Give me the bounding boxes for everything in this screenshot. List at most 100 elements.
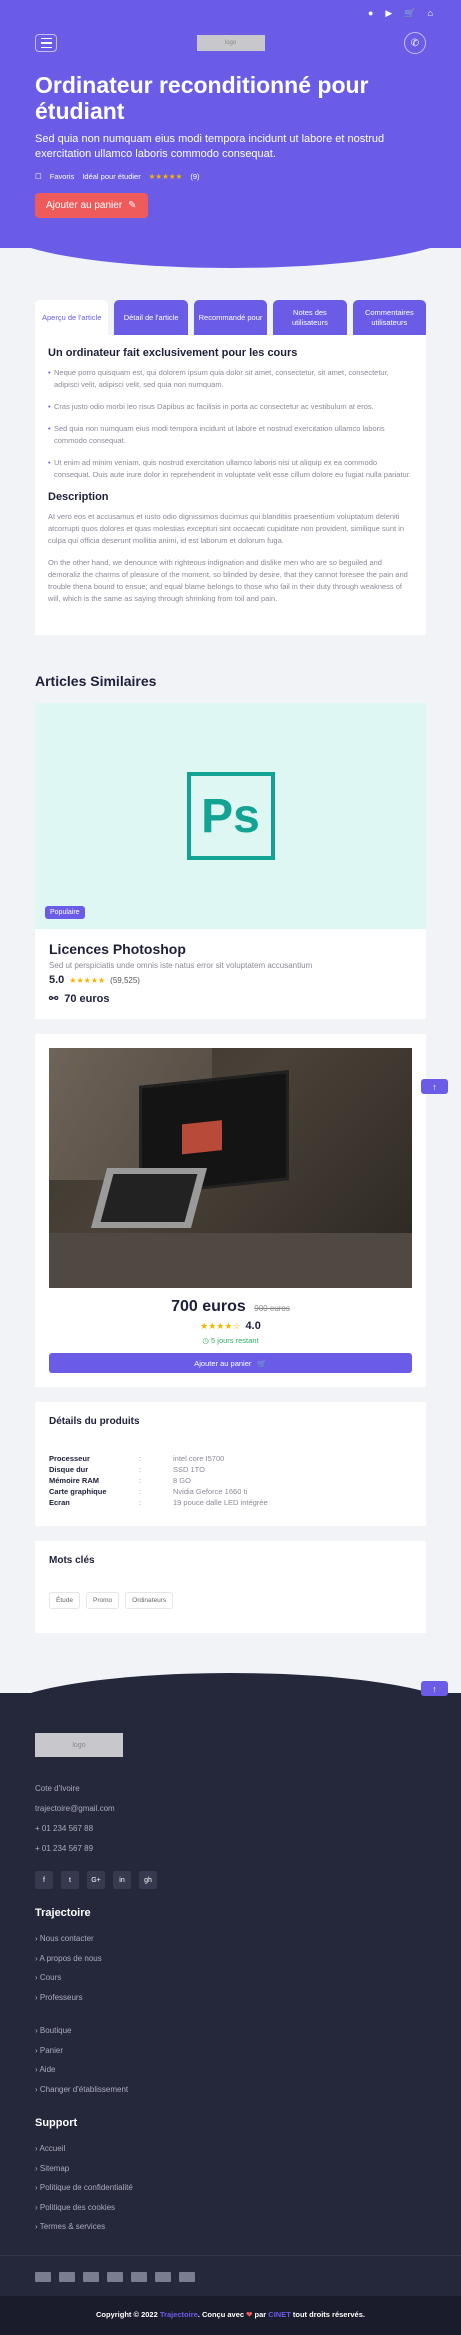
bookmark-icon[interactable]: ☐ xyxy=(35,172,42,181)
github-icon[interactable]: gh xyxy=(139,1871,157,1889)
spec-key: Mémoire RAM xyxy=(49,1476,100,1485)
user-icon[interactable]: ● xyxy=(368,8,373,18)
product-price: 700 euros 900 euros xyxy=(49,1298,412,1316)
favoris-label[interactable]: Favoris xyxy=(50,172,75,181)
facebook-icon[interactable]: f xyxy=(35,1871,53,1889)
back-to-top-icon[interactable]: ↑ xyxy=(421,1681,448,1696)
footer-link[interactable]: Politique des cookies xyxy=(35,2198,426,2218)
footer-location: Cote d'Ivoire xyxy=(35,1784,80,1793)
paypal-icon xyxy=(155,2271,171,2282)
product-image xyxy=(49,1048,412,1288)
home-icon[interactable]: ⌂ xyxy=(428,8,433,18)
hero-section: logo ✆ Ordinateur reconditionné pour étu… xyxy=(0,26,461,268)
image-laptop xyxy=(90,1168,208,1228)
spec-row: Carte graphique: Nvidia Geforce 1660 ti xyxy=(49,1486,412,1497)
add-to-cart-button[interactable]: Ajouter au panier ✎ xyxy=(35,193,148,218)
footer-link[interactable]: Panier xyxy=(35,2041,426,2061)
footer-link[interactable]: Boutique xyxy=(35,2021,426,2041)
footer-phone[interactable]: + 01 234 567 89 xyxy=(35,1839,426,1859)
hero-stars: ★★★★★ xyxy=(148,172,183,181)
tag-item[interactable]: Étude xyxy=(49,1592,80,1609)
footer-link[interactable]: Sitemap xyxy=(35,2159,426,2179)
tag-item[interactable]: Ordinateurs xyxy=(125,1592,174,1609)
footer-link[interactable]: Cours xyxy=(35,1968,426,1988)
page-title: Ordinateur reconditionné pour étudiant xyxy=(35,72,369,124)
cart-icon: 🛒 xyxy=(257,1358,267,1368)
footer-link[interactable]: Aide xyxy=(35,2060,426,2080)
copyright-brand-link[interactable]: Trajectoire xyxy=(160,2310,198,2319)
mastercard-icon xyxy=(83,2271,99,2282)
price-old: 900 euros xyxy=(254,1304,290,1313)
linkedin-icon[interactable]: in xyxy=(113,1871,131,1889)
tab-ratings[interactable]: Notes des utilisateurs xyxy=(273,300,347,335)
similar-card-price: ⚯ 70 euros xyxy=(49,992,412,1006)
bullet-item: Ut enim ad minim veniam, quis nostrud ex… xyxy=(48,457,413,481)
footer-link[interactable]: Nous contacter xyxy=(35,1929,426,1949)
spec-colon: : xyxy=(139,1487,142,1496)
similar-card[interactable]: Ps Populaire Licences Photoshop Sed ut p… xyxy=(35,703,426,1019)
add-to-cart-label: Ajouter au panier xyxy=(46,200,123,211)
spec-value: intel core I5700 xyxy=(173,1454,225,1463)
spec-colon: : xyxy=(139,1498,142,1507)
bullet-item: Neque porro quisquam est, qui dolorem ip… xyxy=(48,367,413,391)
spec-value: 19 pouce dalle LED intégrée xyxy=(173,1498,268,1507)
similar-card-rating: 5.0 ★★★★★ (59,525) xyxy=(49,974,412,986)
details-title: Détails du produits xyxy=(49,1416,140,1427)
spec-value: Nvidia Geforce 1660 ti xyxy=(173,1487,248,1496)
footer-link[interactable]: Accueil xyxy=(35,2139,426,2159)
card-icon xyxy=(59,2271,75,2282)
menu-icon[interactable] xyxy=(35,34,57,52)
visa-icon xyxy=(35,2271,51,2282)
review-count: (59,525) xyxy=(110,975,140,985)
copyright-author-link[interactable]: CINET xyxy=(268,2310,291,2319)
bullet-item: Sed quia non numquam eius modi tempora i… xyxy=(48,423,413,447)
similar-card-title[interactable]: Licences Photoshop xyxy=(49,941,412,957)
footer-logo[interactable]: logo xyxy=(35,1733,123,1757)
description-paragraph: At vero eos et accusamus et iusto odio d… xyxy=(48,512,405,545)
similar-card-body: Licences Photoshop Sed ut perspiciatis u… xyxy=(35,929,426,1019)
payment-methods xyxy=(0,2254,461,2296)
keywords: Mots clés Étude Promo Ordinateurs xyxy=(35,1541,426,1633)
tab-recommended[interactable]: Recommandé pour xyxy=(193,300,268,335)
description-heading: Description xyxy=(48,491,109,503)
bullet-item: Cras justo odio morbi leo risus Dapibus … xyxy=(48,401,413,413)
tag-item[interactable]: Promo xyxy=(86,1592,120,1609)
footer-link[interactable]: Termes & services xyxy=(35,2217,426,2237)
copyright-text: . Conçu avec xyxy=(197,2309,247,2319)
tab-comments[interactable]: Commentaires utilisateurs xyxy=(352,300,427,335)
spec-colon: : xyxy=(139,1476,142,1485)
spec-row: Processeur: intel core I5700 xyxy=(49,1453,412,1464)
footer-link[interactable]: A propos de nous xyxy=(35,1949,426,1969)
site-logo[interactable]: logo xyxy=(196,35,265,51)
spec-value: SSD 1TO xyxy=(173,1465,205,1474)
megaphone-icon[interactable]: ▶ xyxy=(385,8,392,19)
buy-button[interactable]: Ajouter au panier 🛒 xyxy=(49,1353,412,1373)
spec-key: Processeur xyxy=(49,1454,90,1463)
google-plus-icon[interactable]: G+ xyxy=(87,1871,105,1889)
cart-icon[interactable]: 🛒 xyxy=(404,8,415,19)
footer-link[interactable]: Professeurs xyxy=(35,1988,426,2008)
hero-subtitle: Sed quia non numquam eius modi tempora i… xyxy=(35,133,385,160)
days-left: ◷ 5 jours restant xyxy=(49,1336,412,1345)
overview-heading: Un ordinateur fait exclusivement pour le… xyxy=(48,347,298,359)
tab-overview[interactable]: Aperçu de l'article xyxy=(35,300,109,335)
clock-icon: ◷ xyxy=(202,1336,209,1345)
footer-curve xyxy=(0,1673,461,1713)
spec-row: Ecran: 19 pouce dalle LED intégrée xyxy=(49,1497,412,1508)
phone-icon[interactable]: ✆ xyxy=(404,32,426,54)
footer-phone[interactable]: + 01 234 567 88 xyxy=(35,1819,426,1839)
footer-email[interactable]: trajectoire@gmail.com xyxy=(35,1799,426,1819)
footer-link[interactable]: Politique de confidentialité xyxy=(35,2178,426,2198)
hero-meta: ☐ Favoris Idéal pour étudier ★★★★★ (9) xyxy=(35,172,426,181)
rating-stars: ★★★★★ xyxy=(69,975,106,985)
spec-colon: : xyxy=(139,1465,142,1474)
twitter-icon[interactable]: t xyxy=(61,1871,79,1889)
tag-list: Étude Promo Ordinateurs xyxy=(49,1592,412,1609)
edit-icon: ✎ xyxy=(128,200,137,211)
photoshop-image: Ps Populaire xyxy=(35,703,426,929)
image-desk xyxy=(49,1233,412,1288)
tab-details[interactable]: Détail de l'article xyxy=(114,300,188,335)
footer-link[interactable]: Changer d'établissement xyxy=(35,2080,426,2100)
popular-badge: Populaire xyxy=(45,906,85,919)
arrow-up-icon[interactable]: ↑ xyxy=(421,1079,448,1094)
